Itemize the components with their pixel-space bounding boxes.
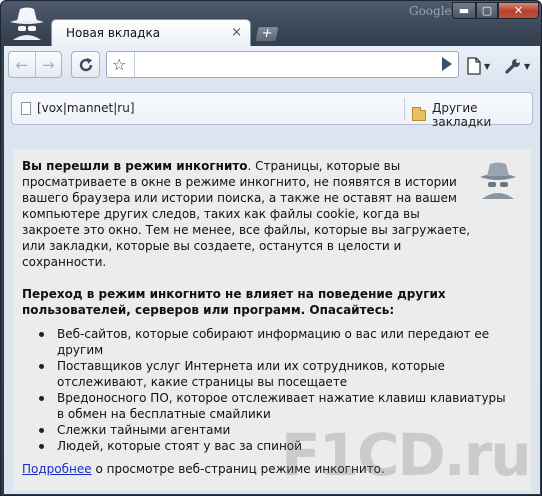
incognito-spy-icon [10, 7, 44, 40]
new-tab-button[interactable]: + [254, 26, 280, 42]
bookmarks-divider [404, 98, 405, 120]
intro-paragraph: Вы перешли в режим инкогнито. Страницы, … [22, 158, 477, 270]
learn-more-link[interactable]: Подробнее [22, 462, 92, 476]
bookmark-label: [vox|mannet|ru] [37, 101, 135, 115]
wrench-menu-button[interactable]: ▼ [504, 55, 536, 77]
plus-icon: + [260, 26, 275, 41]
tab-close-icon[interactable]: × [231, 25, 242, 40]
bookmark-item[interactable]: [vox|mannet|ru] [21, 101, 135, 115]
other-bookmarks-label: Другие закладки [431, 101, 492, 129]
tab-new-tab[interactable]: Новая вкладка × [51, 19, 251, 47]
page-menu-button[interactable]: ▼ [466, 55, 498, 77]
omnibox-divider [134, 52, 135, 77]
other-bookmarks-button[interactable]: Другие закладки [412, 101, 532, 129]
page-icon [21, 101, 31, 115]
chevron-down-icon: ▼ [484, 61, 491, 71]
page-icon [467, 57, 481, 75]
go-arrow-icon[interactable] [442, 57, 452, 71]
tab-title: Новая вкладка [66, 26, 161, 40]
warning-heading: Переход в режим инкогнито не влияет на п… [22, 287, 446, 317]
watermark-logo: F1CD.ru [281, 421, 532, 489]
reload-button[interactable] [71, 51, 100, 78]
omnibox: ☆ [106, 51, 459, 78]
close-window-button[interactable]: ✕ [498, 2, 539, 19]
brand-label: Google [409, 4, 452, 18]
folder-icon [412, 106, 426, 121]
minimize-button[interactable]: ▬ [452, 2, 476, 19]
chevron-down-icon: ▼ [524, 61, 531, 71]
list-item: Поставщиков услуг Интернета или их сотру… [22, 358, 512, 390]
wrench-icon [505, 59, 520, 74]
star-bookmark-icon[interactable]: ☆ [112, 55, 126, 74]
list-item: Вредоносного ПО, которое отслеживает наж… [22, 390, 512, 422]
intro-text: . Страницы, которые вы просматриваете в … [22, 159, 471, 269]
browser-window: Google ▬ ▢ ✕ Новая вкладка × + ← → ☆ ▼ ▼… [0, 0, 542, 496]
maximize-button[interactable]: ▢ [476, 2, 498, 19]
reload-icon [79, 57, 92, 71]
intro-bold: Вы перешли в режим инкогнито [22, 159, 248, 173]
forward-button[interactable]: → [36, 52, 62, 77]
address-input[interactable] [139, 55, 439, 74]
toolbar: ← → ☆ ▼ ▼ [4, 46, 540, 86]
list-item: Веб-сайтов, которые собирают информацию … [22, 326, 512, 358]
back-button[interactable]: ← [9, 52, 36, 77]
nav-buttons: ← → [8, 51, 62, 78]
bookmarks-bar-inner: [vox|mannet|ru] Другие закладки [11, 92, 533, 129]
bookmarks-bar: [vox|mannet|ru] Другие закладки [4, 86, 540, 134]
